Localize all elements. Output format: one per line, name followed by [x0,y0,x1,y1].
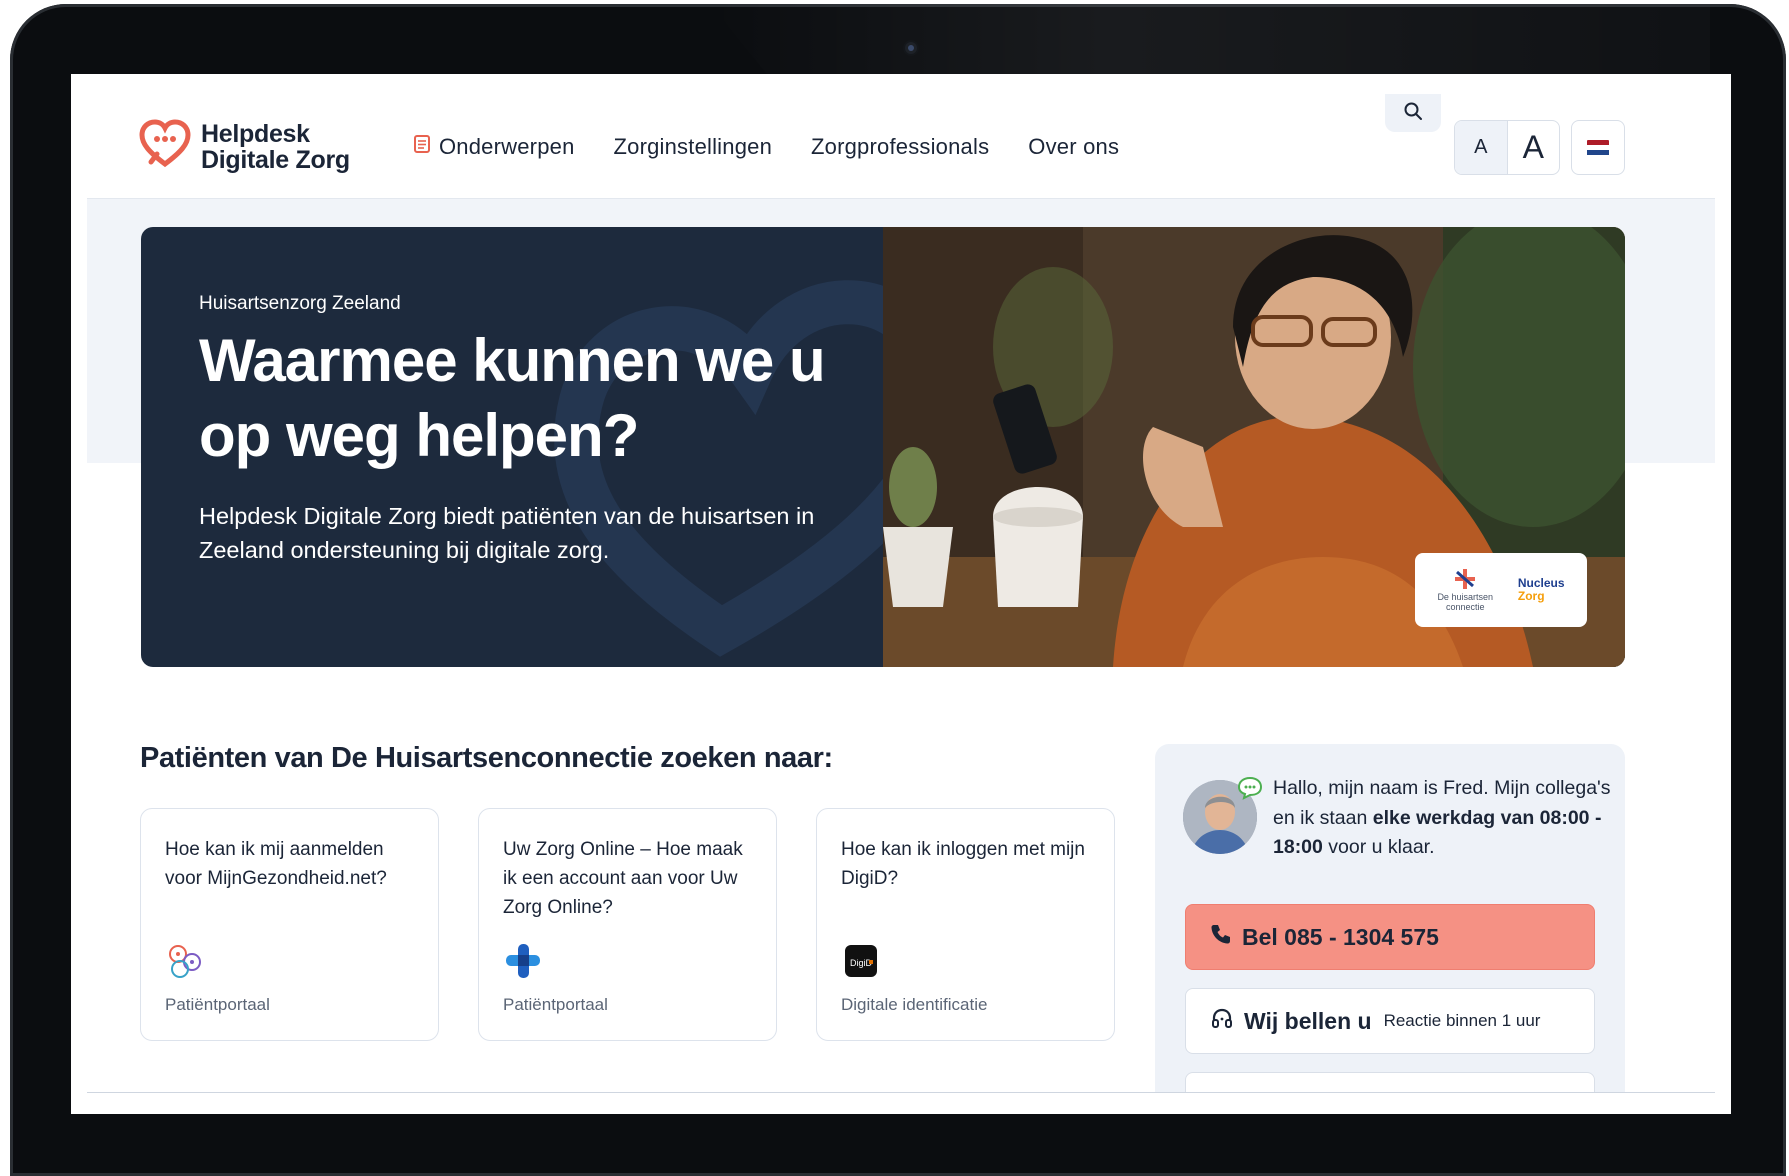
faq-card-digid[interactable]: Hoe kan ik inloggen met mijn DigiD? Digi… [816,808,1115,1041]
contact-panel: Hallo, mijn naam is Fred. Mijn collega's… [1155,744,1625,1114]
dutch-flag-icon [1587,139,1609,156]
chat-bubble-icon [1237,776,1263,805]
card-question: Hoe kan ik mij aanmelden voor MijnGezond… [165,839,387,889]
card-category: Patiëntportaal [165,995,270,1014]
headset-icon [1210,1007,1234,1036]
call-button-label: Bel 085 - 1304 575 [1242,923,1439,950]
nav-label: Onderwerpen [439,134,575,159]
card-category: Patiëntportaal [503,995,608,1014]
huisartsenconnectie-logo: De huisartsen connectie [1437,568,1493,612]
search-icon [1403,101,1423,126]
nav-item-zorginstellingen[interactable]: Zorginstellingen [614,134,773,160]
faq-card-uw-zorg-online[interactable]: Uw Zorg Online – Hoe maak ik een account… [478,808,777,1041]
main-nav: Onderwerpen Zorginstellingen Zorgprofess… [413,134,1119,160]
callback-button-label: Wij bellen u [1244,1007,1372,1034]
nav-item-over-ons[interactable]: Over ons [1028,134,1119,160]
site-logo[interactable]: Helpdesk Digitale Zorg [139,118,350,175]
heart-chat-logo-icon [139,118,191,175]
hero-text-panel: Huisartsenzorg Zeeland Waarmee kunnen we… [141,227,960,667]
site-header: Helpdesk Digitale Zorg Onderwerpen Zorgi… [71,74,1731,198]
digid-icon: DigiD [841,941,881,981]
nav-item-onderwerpen[interactable]: Onderwerpen [413,134,575,160]
callback-button[interactable]: Wij bellen u Reactie binnen 1 uur [1185,988,1595,1054]
brand-name-line2: Digitale Zorg [201,145,350,174]
hero-description: Helpdesk Digitale Zorg biedt patiënten v… [199,503,815,563]
viewport-bottom-edge [71,1093,1731,1114]
hero-eyebrow: Huisartsenzorg Zeeland [199,293,401,314]
contact-outro-text: voor u klaar. [1322,836,1435,858]
callback-response-time: Reactie binnen 1 uur [1383,1011,1541,1030]
uw-zorg-online-icon [503,941,543,981]
search-button[interactable] [1385,94,1441,132]
screen-glare [710,4,1710,78]
section-title: Patiënten van De Huisartsenconnectie zoe… [140,742,833,774]
brand-name: Helpdesk Digitale Zorg [201,121,350,173]
browser-viewport: Helpdesk Digitale Zorg Onderwerpen Zorgi… [71,74,1731,1114]
font-size-small-button[interactable]: A [1455,121,1508,174]
faq-cards: Hoe kan ik mij aanmelden voor MijnGezond… [140,808,1115,1041]
card-question: Uw Zorg Online – Hoe maak ik een account… [503,839,743,918]
faq-card-mijngezondheid[interactable]: Hoe kan ik mij aanmelden voor MijnGezond… [140,808,439,1041]
language-button[interactable] [1571,120,1625,175]
font-size-toggle: A A [1454,120,1560,175]
mijngezondheid-icon [165,941,205,981]
hero-banner: Huisartsenzorg Zeeland Waarmee kunnen we… [141,227,1625,667]
font-size-large-button[interactable]: A [1508,121,1560,174]
partner-logos: De huisartsen connectie Nucleus Zorg [1415,553,1587,627]
nucleus-zorg-logo: Nucleus Zorg [1517,576,1565,603]
card-question: Hoe kan ik inloggen met mijn DigiD? [841,839,1085,889]
phone-icon [1210,923,1232,951]
book-icon [413,134,431,160]
hero-title: Waarmee kunnen we u op weg helpen? [199,327,826,469]
nav-item-zorgprofessionals[interactable]: Zorgprofessionals [811,134,989,160]
hero-photo: De huisartsen connectie Nucleus Zorg [883,227,1625,667]
call-button[interactable]: Bel 085 - 1304 575 [1185,904,1595,970]
card-category: Digitale identificatie [841,995,988,1014]
contact-intro: Hallo, mijn naam is Fred. Mijn collega's… [1273,774,1613,863]
webcam [905,42,917,54]
brand-name-line1: Helpdesk [201,119,310,148]
